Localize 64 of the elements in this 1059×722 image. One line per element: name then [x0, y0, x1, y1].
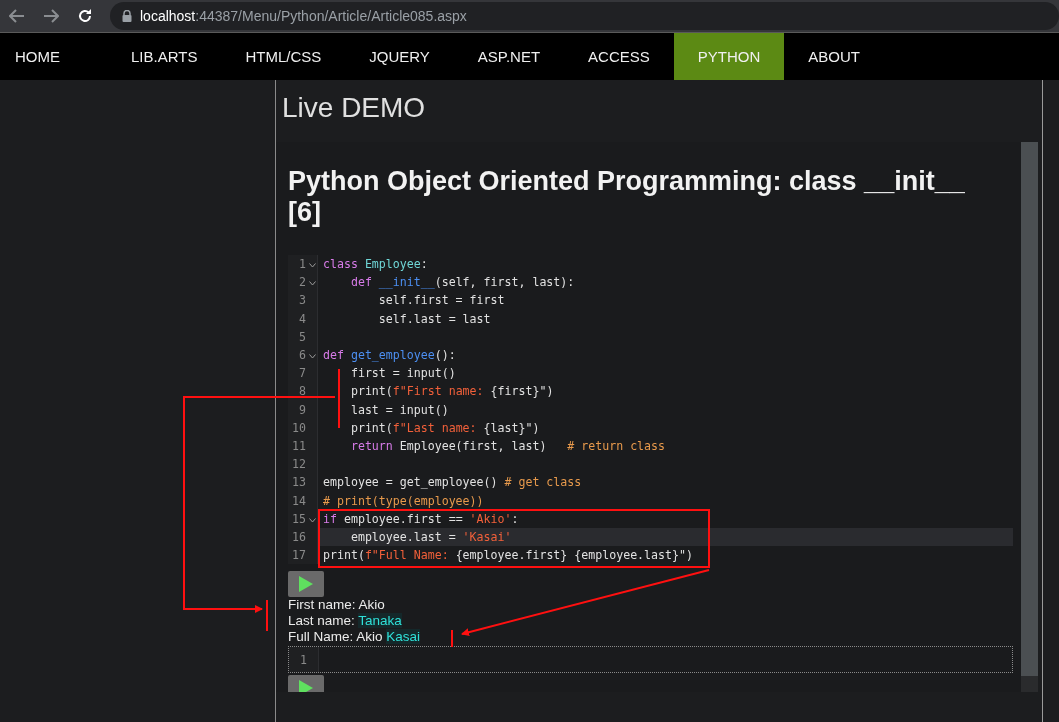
play-icon: [298, 679, 314, 692]
line-number: 2: [298, 275, 306, 290]
line-number: 4: [298, 311, 306, 326]
page-heading: Live DEMO: [282, 91, 427, 125]
code-line: print(f"First name: {first}"): [349, 384, 554, 399]
nav-tab[interactable]: ASP.NET: [453, 33, 565, 80]
fold-icon[interactable]: [309, 263, 316, 268]
scrollbar-thumb[interactable]: [1021, 142, 1038, 676]
code-line: self.last = last: [377, 311, 491, 326]
run-button[interactable]: [288, 571, 324, 598]
line-number: 7: [298, 366, 306, 381]
play-icon: [298, 575, 314, 594]
nav-tab[interactable]: LIB.ARTS: [107, 33, 222, 80]
code-line: first = input(): [349, 366, 456, 381]
nav-tab[interactable]: ACCESS: [564, 33, 674, 80]
code-line: last = input(): [349, 402, 449, 417]
line-number: 11: [291, 438, 306, 453]
fold-icon[interactable]: [309, 353, 316, 359]
code-line: employee = get_employee() # get class: [323, 475, 582, 490]
line-number: 14: [291, 493, 306, 508]
url-text: localhost:44387/Menu/Python/Article/Article085.aspx: [140, 8, 467, 24]
marker-line: [266, 599, 268, 632]
code-input-field[interactable]: 1: [288, 646, 1013, 674]
address-field[interactable]: localhost:44387/Menu/Python/Article/Article085.aspx: [110, 2, 1059, 30]
code-line: print(f"Last name: {last}"): [349, 420, 540, 435]
fold-icon[interactable]: [309, 281, 316, 287]
forward-icon[interactable]: [43, 9, 59, 23]
line-number: 1: [298, 257, 306, 272]
line-number: 15: [291, 511, 306, 526]
nav-tab[interactable]: HOME: [0, 33, 107, 80]
code-line: employee.last = 'Kasai': [349, 529, 512, 544]
nav-tab[interactable]: JQUERY: [345, 33, 454, 80]
demo-title: Python Object Oriented Programming: class __init__ [6]: [288, 166, 966, 228]
bracket-line: [338, 368, 340, 429]
code-line: return Employee(first, last) # return class: [349, 438, 666, 453]
code-line: def __init__(self, first, last):: [349, 275, 575, 290]
line-number: 13: [291, 475, 306, 490]
marker-line: [451, 629, 453, 648]
back-icon[interactable]: [9, 9, 25, 23]
line-number: 3: [298, 293, 306, 308]
line-number: 12: [291, 457, 306, 472]
nav-tab[interactable]: ABOUT: [784, 33, 884, 80]
lock-icon: [122, 10, 132, 22]
line-number: 10: [291, 420, 306, 435]
code-line: self.first = first: [377, 293, 505, 308]
line-number: 16: [291, 529, 306, 544]
fold-icon[interactable]: [309, 517, 316, 523]
code-line: def get_employee():: [323, 348, 456, 363]
line-number: 6: [298, 348, 306, 363]
line-number: 5: [298, 329, 306, 344]
line-number: 9: [298, 402, 306, 417]
code-line: class Employee:: [323, 257, 428, 272]
output-line: First name: Akio: [288, 597, 386, 614]
line-number: 8: [298, 384, 306, 399]
nav-tab[interactable]: HTML/CSS: [221, 33, 346, 80]
line-number: 17: [291, 548, 306, 563]
output-line: Last name: Tanaka: [288, 613, 403, 630]
reload-icon[interactable]: [77, 8, 93, 24]
code-line: if employee.first == 'Akio':: [323, 511, 519, 526]
output-line: Full Name: Akio Kasai: [288, 629, 422, 646]
line-number: 1: [299, 652, 307, 667]
nav-tab[interactable]: PYTHON: [673, 33, 785, 80]
code-line: # print(type(employee)): [323, 493, 484, 508]
code-line: print(f"Full Name: {employee.first} {employee.last}"): [323, 548, 693, 563]
